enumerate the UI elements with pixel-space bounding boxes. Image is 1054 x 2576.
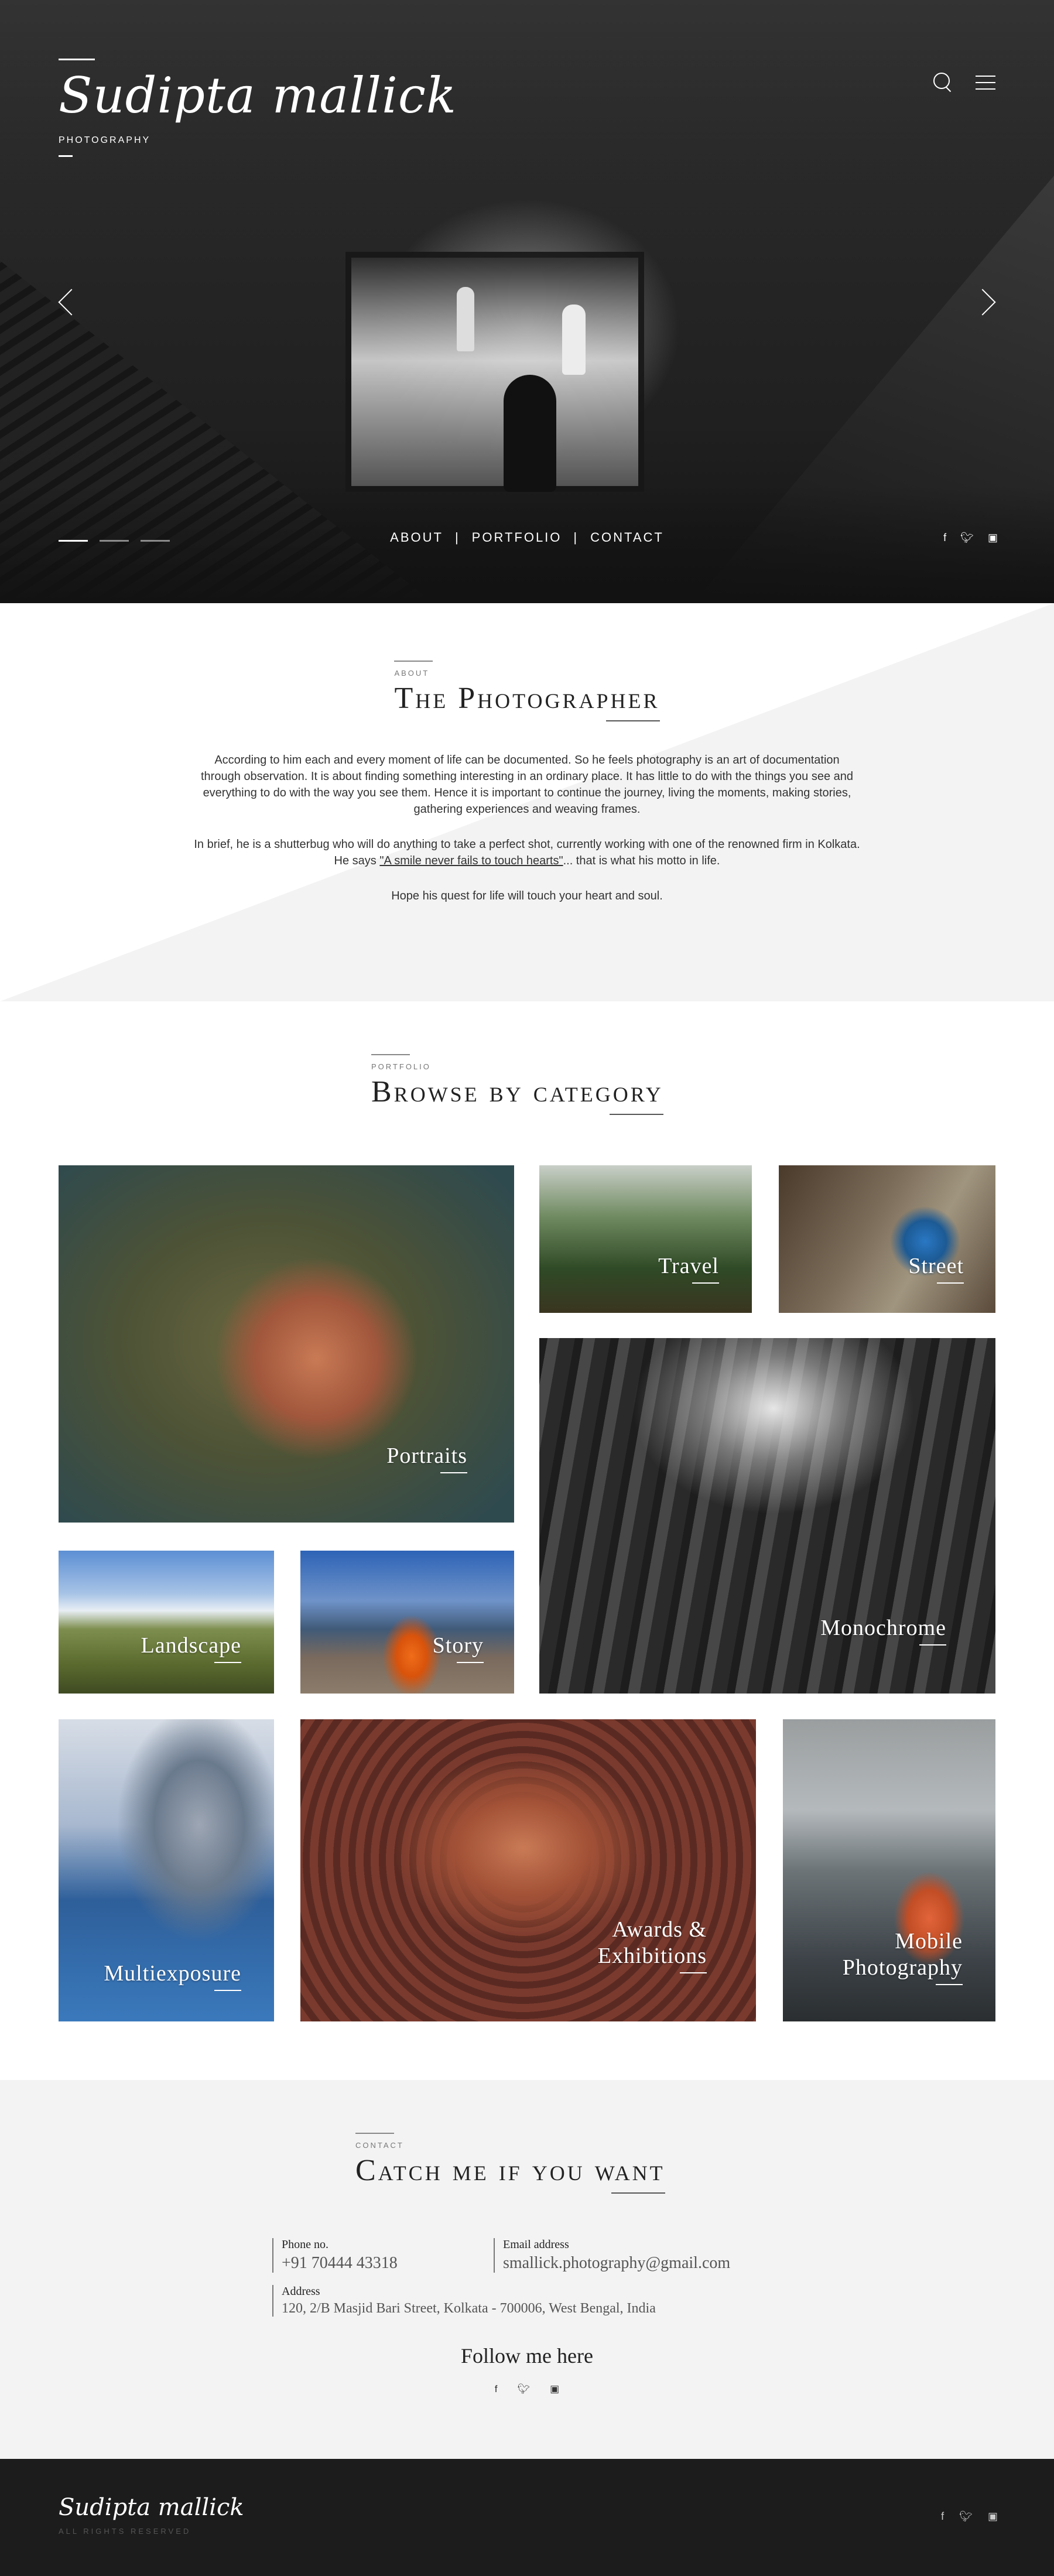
contact-label: Address bbox=[282, 2285, 320, 2298]
nav-link-about[interactable]: ABOUT bbox=[390, 530, 443, 545]
quote-link[interactable]: "A smile never fails to touch hearts" bbox=[379, 854, 563, 867]
category-tile-monochrome[interactable]: Monochrome bbox=[539, 1338, 995, 1694]
section-title: Catch me if you want bbox=[355, 2154, 665, 2194]
nav-link-contact[interactable]: CONTACT bbox=[590, 530, 664, 545]
about-paragraph: Hope his quest for life will touch your … bbox=[391, 890, 663, 902]
portfolio-section: PORTFOLIO Browse by category Portraits T… bbox=[0, 1001, 1054, 2080]
about-text: ... that is what his motto in life. bbox=[563, 854, 720, 867]
contact-social-links: f 🐦︎ ▣ bbox=[0, 2383, 1054, 2395]
nav-link-portfolio[interactable]: PORTFOLIO bbox=[472, 530, 562, 545]
follow-heading: Follow me here bbox=[461, 2344, 593, 2368]
header-actions bbox=[933, 73, 995, 93]
nav-separator: | bbox=[454, 530, 460, 545]
copyright-text: ALL RIGHTS RESERVED bbox=[59, 2527, 191, 2536]
section-heading: ABOUT The Photographer bbox=[394, 661, 660, 721]
heading-bar bbox=[355, 2133, 394, 2134]
category-label: Awards & Exhibitions bbox=[598, 1917, 707, 1973]
category-tile-multiexposure[interactable]: Multiexposure bbox=[59, 1719, 274, 2021]
twitter-icon[interactable]: 🐦︎ bbox=[959, 2510, 973, 2523]
contact-section: CONTACT Catch me if you want Phone no. +… bbox=[0, 2080, 1054, 2459]
instagram-icon[interactable]: ▣ bbox=[550, 2383, 559, 2395]
hero-photo-doorway bbox=[345, 252, 644, 492]
category-tile-travel[interactable]: Travel bbox=[539, 1165, 752, 1313]
contact-address: Address 120, 2/B Masjid Bari Street, Kol… bbox=[272, 2285, 656, 2317]
logo-bar bbox=[59, 59, 95, 60]
twitter-icon[interactable]: 🐦︎ bbox=[960, 532, 974, 544]
hero-photo-figure bbox=[562, 305, 586, 375]
instagram-icon[interactable]: ▣ bbox=[988, 2510, 998, 2523]
email-value[interactable]: smallick.photography@gmail.com bbox=[503, 2254, 730, 2273]
contact-label: Email address bbox=[503, 2238, 569, 2251]
section-title: The Photographer bbox=[394, 682, 660, 721]
category-tile-street[interactable]: Street bbox=[779, 1165, 995, 1313]
section-heading: PORTFOLIO Browse by category bbox=[371, 1054, 663, 1115]
contact-label: Phone no. bbox=[282, 2238, 328, 2251]
category-label: Monochrome bbox=[820, 1615, 946, 1646]
category-tile-mobile-photography[interactable]: Mobile Photography bbox=[783, 1719, 995, 2021]
slider-next-arrow-icon[interactable] bbox=[974, 287, 998, 316]
facebook-icon[interactable]: f bbox=[495, 2383, 498, 2395]
facebook-icon[interactable]: f bbox=[941, 2510, 944, 2523]
slider-prev-arrow-icon[interactable] bbox=[56, 287, 80, 316]
category-label: Mobile Photography bbox=[843, 1928, 963, 1985]
hero-photo-figure bbox=[504, 375, 556, 492]
category-tile-portraits[interactable]: Portraits bbox=[59, 1165, 514, 1523]
logo-text: Sudipta mallick bbox=[59, 67, 457, 124]
facebook-icon[interactable]: f bbox=[943, 532, 946, 544]
section-kicker: PORTFOLIO bbox=[371, 1062, 431, 1071]
section-title: Browse by category bbox=[371, 1075, 663, 1115]
about-paragraph: According to him each and every moment o… bbox=[200, 754, 853, 816]
about-section: ABOUT The Photographer According to him … bbox=[0, 603, 1054, 1001]
logo-subtitle: PHOTOGRAPHY bbox=[59, 135, 151, 145]
section-kicker: CONTACT bbox=[355, 2141, 404, 2150]
hero-navigation: ABOUT | PORTFOLIO | CONTACT bbox=[0, 530, 1054, 545]
category-label: Story bbox=[433, 1633, 484, 1663]
site-footer: Sudipta mallick ALL RIGHTS RESERVED f 🐦︎… bbox=[0, 2459, 1054, 2576]
hero-photo-figure bbox=[457, 287, 474, 351]
about-paragraph: In brief, he is a shutterbug who will do… bbox=[193, 836, 861, 869]
section-heading: CONTACT Catch me if you want bbox=[355, 2133, 665, 2194]
hamburger-menu-icon[interactable] bbox=[976, 76, 995, 90]
category-tile-awards-exhibitions[interactable]: Awards & Exhibitions bbox=[300, 1719, 756, 2021]
hero-slider: Sudipta mallick PHOTOGRAPHY ABOUT | PORTFO… bbox=[0, 0, 1054, 603]
heading-bar bbox=[394, 661, 433, 662]
nav-separator: | bbox=[573, 530, 579, 545]
phone-value[interactable]: +91 70444 43318 bbox=[282, 2254, 398, 2273]
category-label: Landscape bbox=[141, 1633, 241, 1663]
category-label-line: Awards & bbox=[612, 1917, 707, 1942]
instagram-icon[interactable]: ▣ bbox=[988, 532, 998, 544]
address-value: 120, 2/B Masjid Bari Street, Kolkata - 7… bbox=[282, 2301, 656, 2316]
category-label-line: Exhibitions bbox=[597, 1944, 707, 1969]
category-tile-story[interactable]: Story bbox=[300, 1551, 514, 1694]
category-label-line: Photography bbox=[842, 1955, 963, 1980]
hero-social-links: f 🐦︎ ▣ bbox=[943, 532, 998, 544]
section-kicker: ABOUT bbox=[394, 669, 430, 678]
category-label: Portraits bbox=[386, 1443, 467, 1473]
logo-bar bbox=[59, 155, 73, 157]
site-logo[interactable]: Sudipta mallick PHOTOGRAPHY bbox=[59, 59, 457, 157]
category-label: Street bbox=[908, 1253, 964, 1284]
footer-social-links: f 🐦︎ ▣ bbox=[941, 2510, 998, 2523]
category-label: Multiexposure bbox=[104, 1961, 241, 1991]
twitter-icon[interactable]: 🐦︎ bbox=[518, 2383, 531, 2395]
category-label-line: Mobile bbox=[895, 1928, 963, 1954]
category-label: Travel bbox=[658, 1253, 719, 1284]
search-icon[interactable] bbox=[933, 73, 952, 93]
contact-phone: Phone no. +91 70444 43318 bbox=[272, 2238, 398, 2273]
footer-logo[interactable]: Sudipta mallick bbox=[59, 2494, 244, 2521]
contact-email: Email address smallick.photography@gmail… bbox=[494, 2238, 730, 2273]
category-tile-landscape[interactable]: Landscape bbox=[59, 1551, 274, 1694]
heading-bar bbox=[371, 1054, 410, 1055]
